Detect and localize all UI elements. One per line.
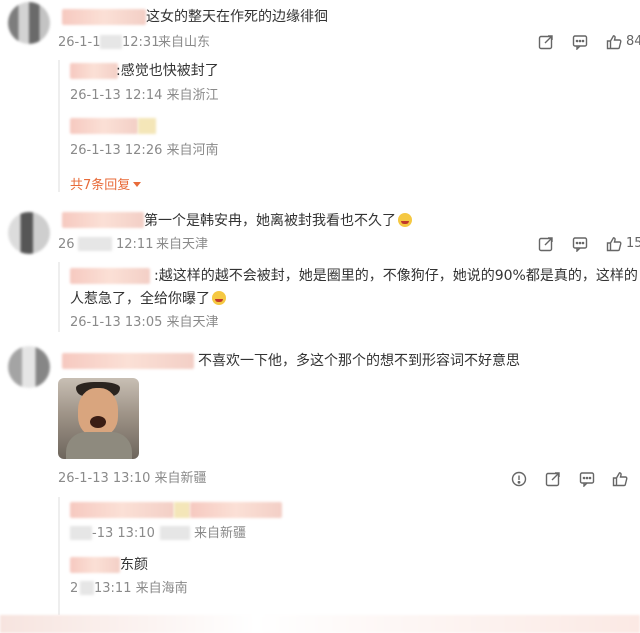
share-icon[interactable] <box>545 471 561 487</box>
reply-username-blurred[interactable] <box>70 502 174 518</box>
avatar[interactable] <box>8 2 50 44</box>
blur-patch <box>100 35 122 49</box>
emoji-icon <box>398 213 412 227</box>
username-blurred[interactable] <box>62 353 194 369</box>
like-icon[interactable] <box>606 236 622 252</box>
like-count: 15 <box>626 236 640 251</box>
like-count: 84 <box>626 34 640 49</box>
reply-meta: -13 13:10 <box>92 526 155 541</box>
comment-icon[interactable] <box>572 236 588 252</box>
comment-location: 来自天津 <box>156 237 209 252</box>
username-blurred[interactable] <box>62 212 144 228</box>
chevron-down-icon <box>133 182 142 187</box>
reply-meta: 26-1-13 12:26 来自河南 <box>70 143 219 158</box>
emoji-icon <box>212 291 226 305</box>
reply-username-blurred[interactable] <box>70 63 118 79</box>
reply-meta: 13:11 来自海南 <box>94 581 188 596</box>
more-replies-link[interactable]: 共7条回复 <box>70 174 142 193</box>
comment-time: 12:11 <box>116 237 154 252</box>
report-icon[interactable] <box>511 471 527 487</box>
like-icon[interactable] <box>606 34 622 50</box>
comment-time: 12:31 <box>122 35 160 50</box>
like-icon[interactable] <box>612 471 628 487</box>
avatar[interactable] <box>8 346 50 388</box>
blur-patch <box>190 502 282 518</box>
reply-thread-line <box>58 60 60 192</box>
share-icon[interactable] <box>538 236 554 252</box>
comment-date: 26 <box>58 237 75 252</box>
comment-text: 这女的整天在作死的边缘徘徊 <box>146 9 328 25</box>
reply-username-blurred[interactable] <box>70 118 138 134</box>
reply-username-blurred[interactable] <box>70 557 120 573</box>
comment-icon[interactable] <box>579 471 595 487</box>
reply-location: 来自新疆 <box>194 526 247 541</box>
blur-patch <box>138 118 156 134</box>
blur-patch <box>160 526 190 540</box>
reply-thread-line <box>58 262 60 332</box>
comment-image[interactable] <box>58 378 139 459</box>
comment-location: 来自山东 <box>158 35 211 50</box>
blur-patch <box>70 526 92 540</box>
share-icon[interactable] <box>538 34 554 50</box>
reply-text: 人惹急了，全给你曝了 <box>70 290 226 308</box>
reply-username-blurred[interactable] <box>70 268 150 284</box>
reply-text: 东颜 <box>120 557 148 573</box>
reply-meta: 26-1-13 13:05 来自天津 <box>70 315 219 330</box>
reply-text: :越这样的越不会被封，她是圈里的，不像狗仔，她说的90%都是真的，这样的 <box>154 268 638 284</box>
blur-patch <box>80 581 94 595</box>
comment-text: 第一个是韩安冉，她离被封我看也不久了 <box>144 212 412 230</box>
avatar[interactable] <box>8 212 50 254</box>
comment-icon[interactable] <box>572 34 588 50</box>
blur-patch <box>174 502 190 518</box>
comment-meta: 26-1-13 13:10 来自新疆 <box>58 471 207 486</box>
reply-date: 2 <box>70 581 79 596</box>
blur-patch <box>78 237 112 251</box>
comment-date: 26-1-1 <box>58 35 101 50</box>
reply-thread-line <box>58 497 60 615</box>
comment-text: 不喜欢一下他，多这个那个的想不到形容词不好意思 <box>198 353 520 369</box>
reply-meta: 26-1-13 12:14 来自浙江 <box>70 88 219 103</box>
blur-patch <box>0 615 640 633</box>
reply-text: :感觉也快被封了 <box>116 63 219 79</box>
username-blurred[interactable] <box>62 9 146 25</box>
